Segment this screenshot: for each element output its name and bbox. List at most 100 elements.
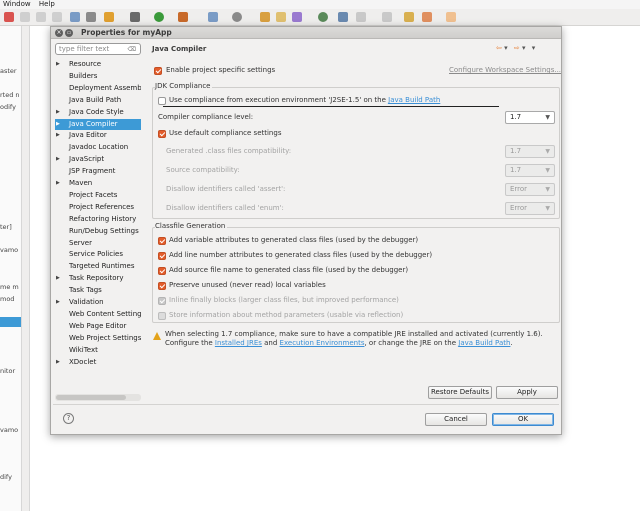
warning-line1: When selecting 1.7 compliance, make sure… (165, 330, 543, 338)
expand-arrow-icon[interactable]: ▶ (56, 119, 60, 130)
tree-item[interactable]: ▶ Task Repository (55, 273, 141, 284)
ok-button[interactable]: OK (492, 413, 554, 426)
tree-item[interactable]: Web Content Settings (55, 309, 141, 320)
toolbar-icon[interactable] (338, 12, 348, 22)
enable-project-specific-checkbox[interactable] (154, 67, 162, 75)
inline-finally-checkbox[interactable] (158, 297, 166, 305)
java-build-path-link-2[interactable]: Java Build Path (458, 339, 510, 347)
back-arrow-icon[interactable]: ⇦ (496, 44, 502, 52)
use-compliance-checkbox[interactable] (158, 97, 166, 105)
run-icon[interactable] (154, 12, 164, 22)
configure-workspace-link[interactable]: Configure Workspace Settings... (449, 66, 561, 74)
tree-item[interactable]: Java Build Path (55, 95, 141, 106)
forward-dropdown-icon[interactable]: ▾ (522, 44, 526, 52)
toolbar-icon[interactable] (356, 12, 366, 22)
scrollbar-thumb[interactable] (56, 395, 126, 400)
java-build-path-link[interactable]: Java Build Path (388, 96, 440, 104)
tree-item[interactable]: Refactoring History (55, 214, 141, 225)
variable-attributes-checkbox[interactable] (158, 237, 166, 245)
toolbar-icon[interactable] (276, 12, 286, 22)
generated-compat-select[interactable]: 1.7 ▼ (505, 145, 555, 158)
menu-window[interactable]: Window (3, 0, 31, 8)
tree-item[interactable]: Run/Debug Settings (55, 226, 141, 237)
toolbar-icon[interactable] (318, 12, 328, 22)
filter-input[interactable]: type filter text ⌫ (55, 43, 141, 55)
expand-arrow-icon[interactable]: ▶ (56, 130, 60, 141)
restore-defaults-button[interactable]: Restore Defaults (428, 386, 492, 399)
tree-item[interactable]: WikiText (55, 345, 141, 356)
expand-arrow-icon[interactable]: ▶ (56, 357, 60, 368)
expand-arrow-icon[interactable]: ▶ (56, 297, 60, 308)
toolbar-icon[interactable] (382, 12, 392, 22)
toolbar-icon[interactable] (36, 12, 46, 22)
toolbar-icon[interactable] (104, 12, 114, 22)
tree-item-label: Run/Debug Settings (69, 226, 139, 235)
disallow-assert-select[interactable]: Error ▼ (505, 183, 555, 196)
toolbar-icon[interactable] (232, 12, 242, 22)
tree-item[interactable]: ▶ XDoclet (55, 357, 141, 368)
tree-item[interactable]: Javadoc Location (55, 142, 141, 153)
forward-arrow-icon[interactable]: ⇨ (514, 44, 520, 52)
tree-item[interactable]: Service Policies (55, 249, 141, 260)
tree-item[interactable]: JSP Fragment (55, 166, 141, 177)
tree-item[interactable]: Server (55, 238, 141, 249)
tree-item[interactable]: Web Page Editor (55, 321, 141, 332)
use-default-compliance-checkbox[interactable] (158, 130, 166, 138)
tree-item[interactable]: ▶ Java Compiler (55, 118, 141, 130)
chevron-down-icon: ▼ (545, 148, 550, 155)
toolbar-icon[interactable] (404, 12, 414, 22)
toolbar-icon[interactable] (70, 12, 80, 22)
toolbar-icon[interactable] (422, 12, 432, 22)
toolbar-icon[interactable] (4, 12, 14, 22)
expand-arrow-icon[interactable]: ▶ (56, 154, 60, 165)
tree-item[interactable]: ▶ JavaScript (55, 154, 141, 165)
toolbar-icon[interactable] (178, 12, 188, 22)
view-menu-icon[interactable]: ▾ (532, 44, 536, 52)
help-icon[interactable]: ? (63, 413, 74, 424)
disallow-enum-select[interactable]: Error ▼ (505, 202, 555, 215)
tree-item[interactable]: ▶ Java Editor (55, 130, 141, 141)
tree-item[interactable]: Targeted Runtimes (55, 261, 141, 272)
tree-item[interactable]: Task Tags (55, 285, 141, 296)
expand-arrow-icon[interactable]: ▶ (56, 178, 60, 189)
expand-arrow-icon[interactable]: ▶ (56, 273, 60, 284)
source-file-name-checkbox[interactable] (158, 267, 166, 275)
toolbar-icon[interactable] (86, 12, 96, 22)
cancel-button[interactable]: Cancel (425, 413, 487, 426)
window-menu-icon[interactable]: ▭ (65, 29, 73, 37)
toolbar-icon[interactable] (208, 12, 218, 22)
clear-icon[interactable]: ⌫ (128, 45, 136, 55)
tree-item[interactable]: Project Facets (55, 190, 141, 201)
expand-arrow-icon[interactable]: ▶ (56, 59, 60, 70)
installed-jres-link[interactable]: Installed JREs (215, 339, 262, 347)
tree-item[interactable]: Builders (55, 71, 141, 82)
toolbar-icon[interactable] (52, 12, 62, 22)
toolbar-icon[interactable] (130, 12, 140, 22)
separator (53, 404, 559, 405)
toolbar-icon[interactable] (292, 12, 302, 22)
compiler-level-select[interactable]: 1.7 ▼ (505, 111, 555, 124)
back-dropdown-icon[interactable]: ▾ (504, 44, 508, 52)
tree-item[interactable]: Web Project Settings (55, 333, 141, 344)
line-number-checkbox[interactable] (158, 252, 166, 260)
store-method-params-label: Store information about method parameter… (169, 311, 404, 319)
tree-item[interactable]: ▶ Resource (55, 59, 141, 70)
tree-item[interactable]: Project References (55, 202, 141, 213)
toolbar-icon[interactable] (446, 12, 456, 22)
apply-button[interactable]: Apply (496, 386, 558, 399)
source-compat-select[interactable]: 1.7 ▼ (505, 164, 555, 177)
preserve-unused-checkbox[interactable] (158, 282, 166, 290)
tree-item[interactable]: ▶ Maven (55, 178, 141, 189)
toolbar-icon[interactable] (260, 12, 270, 22)
store-method-params-checkbox[interactable] (158, 312, 166, 320)
execution-environments-link[interactable]: Execution Environments (280, 339, 365, 347)
expand-arrow-icon[interactable]: ▶ (56, 107, 60, 118)
close-icon[interactable]: × (55, 29, 63, 37)
menu-help[interactable]: Help (39, 0, 55, 8)
toolbar-icon[interactable] (20, 12, 30, 22)
tree-item-label: Web Content Settings (69, 309, 141, 318)
tree-item[interactable]: ▶ Validation (55, 297, 141, 308)
tree-item[interactable]: Deployment Assembly (55, 83, 141, 94)
tree-item[interactable]: ▶ Java Code Style (55, 107, 141, 118)
tree-horizontal-scrollbar[interactable] (55, 394, 141, 401)
